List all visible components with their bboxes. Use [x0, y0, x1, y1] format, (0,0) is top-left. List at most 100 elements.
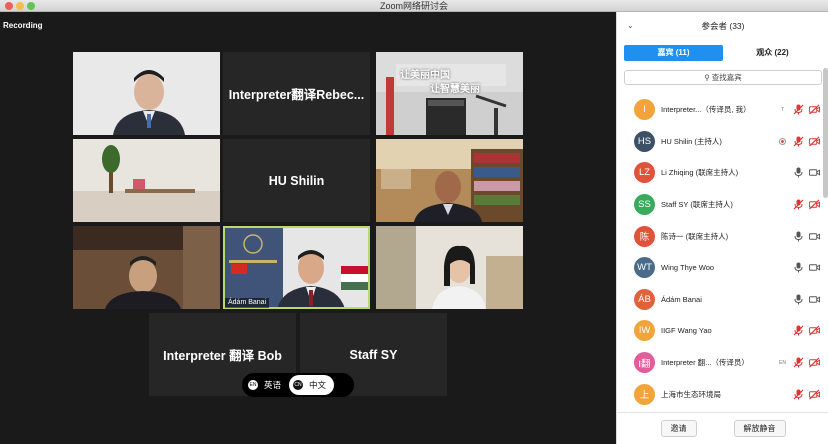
participant-name-label: Interpreter 翻译 Bob	[163, 349, 282, 363]
video-icon[interactable]	[809, 167, 820, 178]
participant-row[interactable]: SS Staff SY (联席主持人)	[617, 189, 823, 221]
participants-panel: ⌄ 参会者 (33) 嘉宾 (11) 观众 (22) ⚲ 查找嘉宾 I Inter…	[616, 12, 828, 444]
video-tile-1[interactable]	[73, 52, 220, 135]
video-tile-4[interactable]	[73, 139, 220, 222]
participant-row[interactable]: I翻 Interpreter 翻...（传译员） EN	[617, 347, 823, 379]
video-icon[interactable]	[809, 231, 820, 242]
participant-row[interactable]: LZ Li Zhiqing (联席主持人)	[617, 157, 823, 189]
participant-status-icons	[793, 252, 820, 284]
search-placeholder: 查找嘉宾	[711, 73, 742, 82]
language-option-chinese[interactable]: CN 中文	[289, 375, 335, 395]
tab-panelists[interactable]: 嘉宾 (11)	[624, 45, 723, 61]
avatar: IW	[634, 320, 655, 342]
language-badge-icon: EN	[777, 357, 788, 368]
video-off-icon[interactable]	[809, 199, 820, 210]
participant-name: IIGF Wang Yao	[661, 326, 712, 336]
participant-video-4	[73, 139, 220, 222]
participant-name-caption: Ádám Banai	[225, 298, 270, 308]
banner-text: 让美丽中国	[400, 70, 450, 81]
video-tile-5[interactable]: HU Shilin	[223, 139, 370, 222]
language-interpretation-bar: EN 英语 CN 中文	[242, 373, 354, 397]
participant-status-icons	[793, 220, 820, 252]
participant-name-label: HU Shilin	[268, 173, 325, 188]
participant-video-6	[376, 139, 523, 222]
participant-row[interactable]: 陈陈诗一 (联席主持人)	[617, 220, 823, 252]
participant-list: I Interpreter...（传译员, 我） T HS HU Shilin (主持人…	[617, 94, 823, 410]
video-off-icon[interactable]	[809, 389, 820, 400]
video-tile-2[interactable]: Interpreter翻译Rebec...	[223, 52, 370, 135]
banner-text-2: 让智慧美丽	[430, 84, 480, 95]
avatar: WT	[634, 257, 655, 279]
video-tile-7[interactable]	[73, 226, 220, 309]
participant-name-label: Interpreter翻译Rebec...	[228, 88, 365, 102]
mic-muted-icon[interactable]	[793, 199, 804, 210]
video-off-icon[interactable]	[809, 104, 820, 115]
participant-row[interactable]: IW IIGF Wang Yao	[617, 315, 823, 347]
search-icon: ⚲	[704, 73, 710, 82]
mic-icon[interactable]	[793, 262, 804, 273]
mic-icon[interactable]	[793, 167, 804, 178]
participant-status-icons	[793, 315, 820, 347]
participants-title: 参会者 (33)	[701, 21, 745, 31]
participant-row[interactable]: WT Wing Thye Woo	[617, 252, 823, 284]
language-badge-icon: T	[777, 104, 788, 115]
mic-icon[interactable]	[793, 231, 804, 242]
language-label: 英语	[264, 380, 282, 390]
participant-row[interactable]: 上上海市生态环境局	[617, 378, 823, 410]
participant-row[interactable]: HS HU Shilin (主持人)	[617, 126, 823, 158]
participant-name: 上海市生态环境局	[661, 389, 721, 399]
avatar: HS	[634, 130, 655, 152]
participant-name: HU Shilin (主持人)	[661, 136, 722, 146]
avatar: 陈	[634, 225, 655, 247]
mic-muted-icon[interactable]	[793, 357, 804, 368]
participant-name: Ádám Banai	[661, 294, 702, 304]
video-tile-9[interactable]	[376, 226, 523, 309]
mic-muted-icon[interactable]	[793, 136, 804, 147]
badge-text: T	[780, 106, 785, 113]
avatar: SS	[634, 194, 655, 216]
participant-row[interactable]: ÁB Ádám Banai	[617, 284, 823, 316]
participant-video-7	[73, 226, 220, 309]
participant-name: Interpreter 翻...（传译员）	[661, 358, 749, 368]
participant-status-icons	[777, 126, 820, 158]
unmute-all-button[interactable]: 解放静音	[733, 420, 786, 437]
language-badge: CN	[293, 380, 304, 390]
participant-status-icons: EN	[777, 347, 820, 379]
participant-row[interactable]: I Interpreter...（传译员, 我） T	[617, 94, 823, 126]
invite-button[interactable]: 邀请	[660, 420, 697, 437]
video-icon[interactable]	[809, 262, 820, 273]
language-badge: EN	[248, 380, 258, 390]
participants-tab-switcher: 嘉宾 (11) 观众 (22)	[624, 45, 822, 61]
participant-name: Interpreter...（传译员, 我）	[661, 105, 751, 115]
panel-footer: 邀请 解放静音	[617, 412, 828, 444]
tab-attendees[interactable]: 观众 (22)	[723, 45, 822, 61]
collapse-panel-chevron-icon[interactable]: ⌄	[627, 12, 634, 40]
language-option-english[interactable]: EN 英语	[244, 375, 289, 395]
search-panelists-input[interactable]: ⚲ 查找嘉宾	[624, 70, 822, 85]
video-stage: Recording Interpreter翻译Rebec... 让美丽中国 让智…	[0, 12, 616, 444]
video-off-icon[interactable]	[809, 136, 820, 147]
participant-name: 陈诗一 (联席主持人)	[661, 231, 729, 241]
video-tile-3[interactable]: 让美丽中国 让智慧美丽	[376, 52, 523, 135]
participant-name: Wing Thye Woo	[661, 263, 715, 273]
mic-muted-icon[interactable]	[793, 389, 804, 400]
video-tile-6[interactable]	[376, 139, 523, 222]
video-off-icon[interactable]	[809, 325, 820, 336]
mic-icon[interactable]	[793, 294, 804, 305]
participant-video-8	[223, 226, 370, 309]
participant-status-icons	[793, 284, 820, 316]
video-tile-8-active-speaker[interactable]: Ádám Banai	[223, 226, 370, 309]
recording-dot-icon	[777, 136, 788, 147]
mic-muted-icon[interactable]	[793, 325, 804, 336]
avatar: ÁB	[634, 288, 655, 310]
mic-muted-icon[interactable]	[793, 104, 804, 115]
video-off-icon[interactable]	[809, 357, 820, 368]
language-label: 中文	[309, 380, 327, 390]
video-icon[interactable]	[809, 294, 820, 305]
participant-name: Staff SY (联席主持人)	[661, 200, 733, 210]
window-titlebar: Zoom网络研讨会	[0, 0, 828, 12]
avatar: I翻	[634, 352, 655, 374]
participant-video-1	[73, 52, 220, 135]
participant-name-label: Staff SY	[349, 347, 398, 362]
participants-scrollbar[interactable]	[823, 68, 828, 198]
